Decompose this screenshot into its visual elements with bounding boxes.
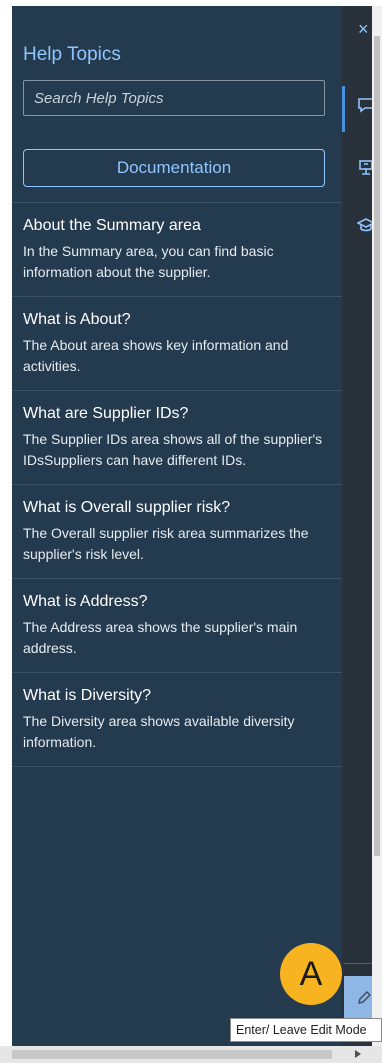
documentation-button[interactable]: Documentation <box>23 149 325 187</box>
topic-description: The Supplier IDs area shows all of the s… <box>23 431 323 468</box>
topic-title: What are Supplier IDs? <box>23 405 189 422</box>
topic-title: What is Diversity? <box>23 687 152 704</box>
topic-item-supplier-ids[interactable]: What are Supplier IDs? The Supplier IDs … <box>12 391 342 485</box>
annotation-marker: A <box>280 943 342 1005</box>
scroll-right-arrow-icon[interactable] <box>355 1050 361 1058</box>
close-icon[interactable]: × <box>358 20 369 38</box>
help-panel-title: Help Topics <box>23 44 121 65</box>
topic-title: What is Address? <box>23 593 148 610</box>
topic-title: What is About? <box>23 311 131 328</box>
topic-item-about[interactable]: What is About? The About area shows key … <box>12 297 342 391</box>
horizontal-scrollbar-thumb[interactable] <box>12 1050 332 1059</box>
topic-description: In the Summary area, you can find basic … <box>23 243 274 280</box>
topic-item-address[interactable]: What is Address? The Address area shows … <box>12 579 342 673</box>
topic-list: About the Summary area In the Summary ar… <box>12 203 342 767</box>
topic-description: The Diversity area shows available diver… <box>23 713 295 750</box>
search-input[interactable] <box>24 81 324 115</box>
topic-item-summary-area[interactable]: About the Summary area In the Summary ar… <box>12 203 342 297</box>
topic-item-overall-supplier-risk[interactable]: What is Overall supplier risk? The Overa… <box>12 485 342 579</box>
pencil-icon <box>358 991 371 1004</box>
horizontal-scrollbar[interactable] <box>0 1046 382 1063</box>
app-root: Help Topics Documentation About the Summ… <box>0 0 382 1063</box>
divider <box>344 963 372 964</box>
vertical-scrollbar-thumb[interactable] <box>374 36 380 856</box>
topic-description: The Address area shows the supplier's ma… <box>23 619 298 656</box>
right-toolbar: × <box>342 6 376 1046</box>
active-tab-indicator <box>342 86 345 132</box>
edit-mode-tooltip: Enter/ Leave Edit Mode <box>230 1018 382 1042</box>
topic-title: About the Summary area <box>23 217 201 234</box>
topic-description: The About area shows key information and… <box>23 337 289 374</box>
help-panel: Help Topics Documentation About the Summ… <box>12 6 342 1046</box>
vertical-scrollbar[interactable] <box>372 6 382 1046</box>
topic-title: What is Overall supplier risk? <box>23 499 231 516</box>
topic-item-diversity[interactable]: What is Diversity? The Diversity area sh… <box>12 673 342 767</box>
topic-description: The Overall supplier risk area summarize… <box>23 525 309 562</box>
search-field[interactable] <box>23 80 325 116</box>
